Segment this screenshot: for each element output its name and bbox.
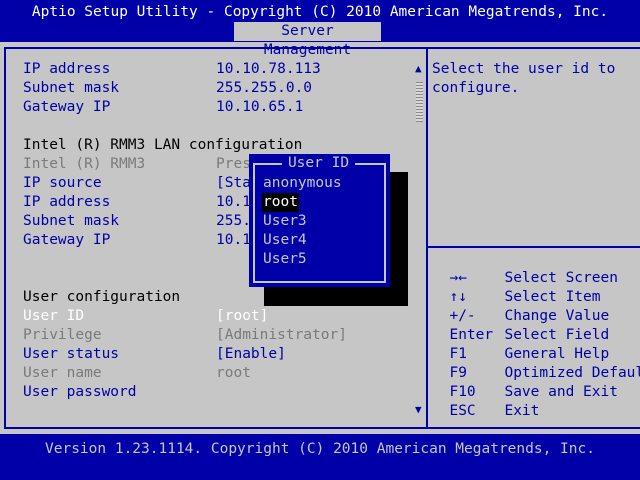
key-action: Exit bbox=[504, 403, 540, 419]
gateway-ip-label[interactable]: Gateway IP bbox=[23, 98, 110, 117]
user-id-popup: User ID anonymous root User3 User4 User5 bbox=[249, 154, 390, 287]
key-label: ESC bbox=[449, 403, 476, 419]
rmm3-ip-address-value: 10.1 bbox=[216, 194, 251, 210]
popup-option-user4[interactable]: User4 bbox=[263, 231, 307, 250]
version-footer: Version 1.23.1114. Copyright (C) 2010 Am… bbox=[45, 441, 595, 457]
user-id-value[interactable]: [root] bbox=[216, 307, 268, 326]
ip-address-label[interactable]: IP address bbox=[23, 60, 110, 79]
key-legend-exit: ESC Exit bbox=[432, 383, 539, 421]
popup-option-user3[interactable]: User3 bbox=[263, 212, 307, 231]
popup-title: User ID bbox=[287, 155, 350, 171]
popup-frame-top-right bbox=[355, 163, 386, 165]
scroll-up-arrow-icon[interactable]: ▲ bbox=[415, 63, 422, 75]
ip-source-value[interactable]: [Sta bbox=[216, 174, 251, 193]
rmm3-gateway-ip-label[interactable]: Gateway IP bbox=[23, 231, 110, 250]
popup-option-root[interactable]: root bbox=[262, 193, 299, 212]
user-name-label: User name bbox=[23, 365, 102, 381]
popup-option-user5[interactable]: User5 bbox=[263, 250, 307, 269]
privilege-value: [Administrator] bbox=[216, 327, 347, 343]
title-bar: Aptio Setup Utility - Copyright (C) 2010… bbox=[0, 0, 640, 58]
panel-border-left bbox=[4, 47, 6, 429]
rmm3-ip-address-label[interactable]: IP address bbox=[23, 193, 110, 212]
panel-border-top-right bbox=[428, 47, 640, 49]
user-password-label[interactable]: User password bbox=[23, 383, 137, 402]
panel-border-top-left bbox=[4, 47, 428, 49]
rmm3-lan-section-heading: Intel (R) RMM3 LAN configuration bbox=[23, 137, 303, 153]
help-text-line2: configure. bbox=[432, 80, 520, 96]
gateway-ip-value: 10.10.65.1 bbox=[216, 99, 304, 115]
scroll-down-arrow-icon[interactable]: ▼ bbox=[415, 404, 422, 416]
user-id-label[interactable]: User ID bbox=[23, 307, 84, 326]
help-text-line1: Select the user id to bbox=[432, 61, 616, 77]
user-name-value: root bbox=[216, 365, 251, 381]
popup-frame-top-left bbox=[253, 163, 282, 165]
rmm3-subnet-mask-value: 255. bbox=[216, 213, 251, 229]
rmm3-label: Intel (R) RMM3 bbox=[23, 156, 146, 172]
user-status-value[interactable]: [Enable] bbox=[216, 345, 286, 364]
ip-source-label[interactable]: IP source bbox=[23, 174, 102, 193]
help-separator bbox=[428, 246, 640, 248]
footer-bar: Version 1.23.1114. Copyright (C) 2010 Am… bbox=[0, 434, 640, 480]
ip-address-value: 10.10.78.113 bbox=[216, 61, 321, 77]
privilege-label: Privilege bbox=[23, 327, 102, 343]
subnet-mask-value: 255.255.0.0 bbox=[216, 80, 313, 96]
popup-option-anonymous[interactable]: anonymous bbox=[263, 174, 342, 193]
rmm3-value: Pres bbox=[216, 156, 251, 172]
rmm3-subnet-mask-label[interactable]: Subnet mask bbox=[23, 212, 119, 231]
panel-divider bbox=[426, 47, 428, 429]
subnet-mask-label[interactable]: Subnet mask bbox=[23, 79, 119, 98]
tab-server-management[interactable]: Server Management bbox=[234, 22, 381, 58]
app-title: Aptio Setup Utility - Copyright (C) 2010… bbox=[31, 4, 609, 20]
user-config-section-heading: User configuration bbox=[23, 289, 181, 305]
panel-border-bottom bbox=[4, 427, 640, 429]
user-status-label[interactable]: User status bbox=[23, 345, 119, 364]
rmm3-gateway-ip-value: 10.1 bbox=[216, 232, 251, 248]
scrollbar-thumb[interactable] bbox=[416, 82, 423, 122]
